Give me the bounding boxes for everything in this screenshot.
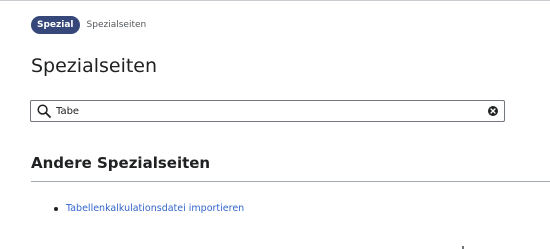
section-heading: Andere Spezialseiten — [31, 154, 211, 172]
section-divider — [31, 181, 550, 182]
breadcrumb-current: Spezialseiten — [86, 20, 147, 30]
breadcrumb: Spezial Spezialseiten — [31, 16, 146, 34]
search-field[interactable] — [30, 100, 505, 122]
search-input[interactable] — [56, 101, 486, 121]
list-item: Tabellenkalkulationsdatei importieren — [54, 202, 244, 216]
clear-icon[interactable] — [488, 106, 498, 116]
bullet-icon — [54, 207, 58, 211]
namespace-badge[interactable]: Spezial — [31, 16, 80, 34]
header-divider — [0, 0, 550, 1]
page-title: Spezialseiten — [31, 55, 158, 77]
special-page-link[interactable]: Tabellenkalkulationsdatei importieren — [66, 203, 244, 214]
search-icon — [37, 104, 51, 118]
special-page-list: Tabellenkalkulationsdatei importieren — [54, 202, 244, 216]
special-pages-view: Spezial Spezialseiten Spezialseiten Ande… — [0, 0, 550, 249]
